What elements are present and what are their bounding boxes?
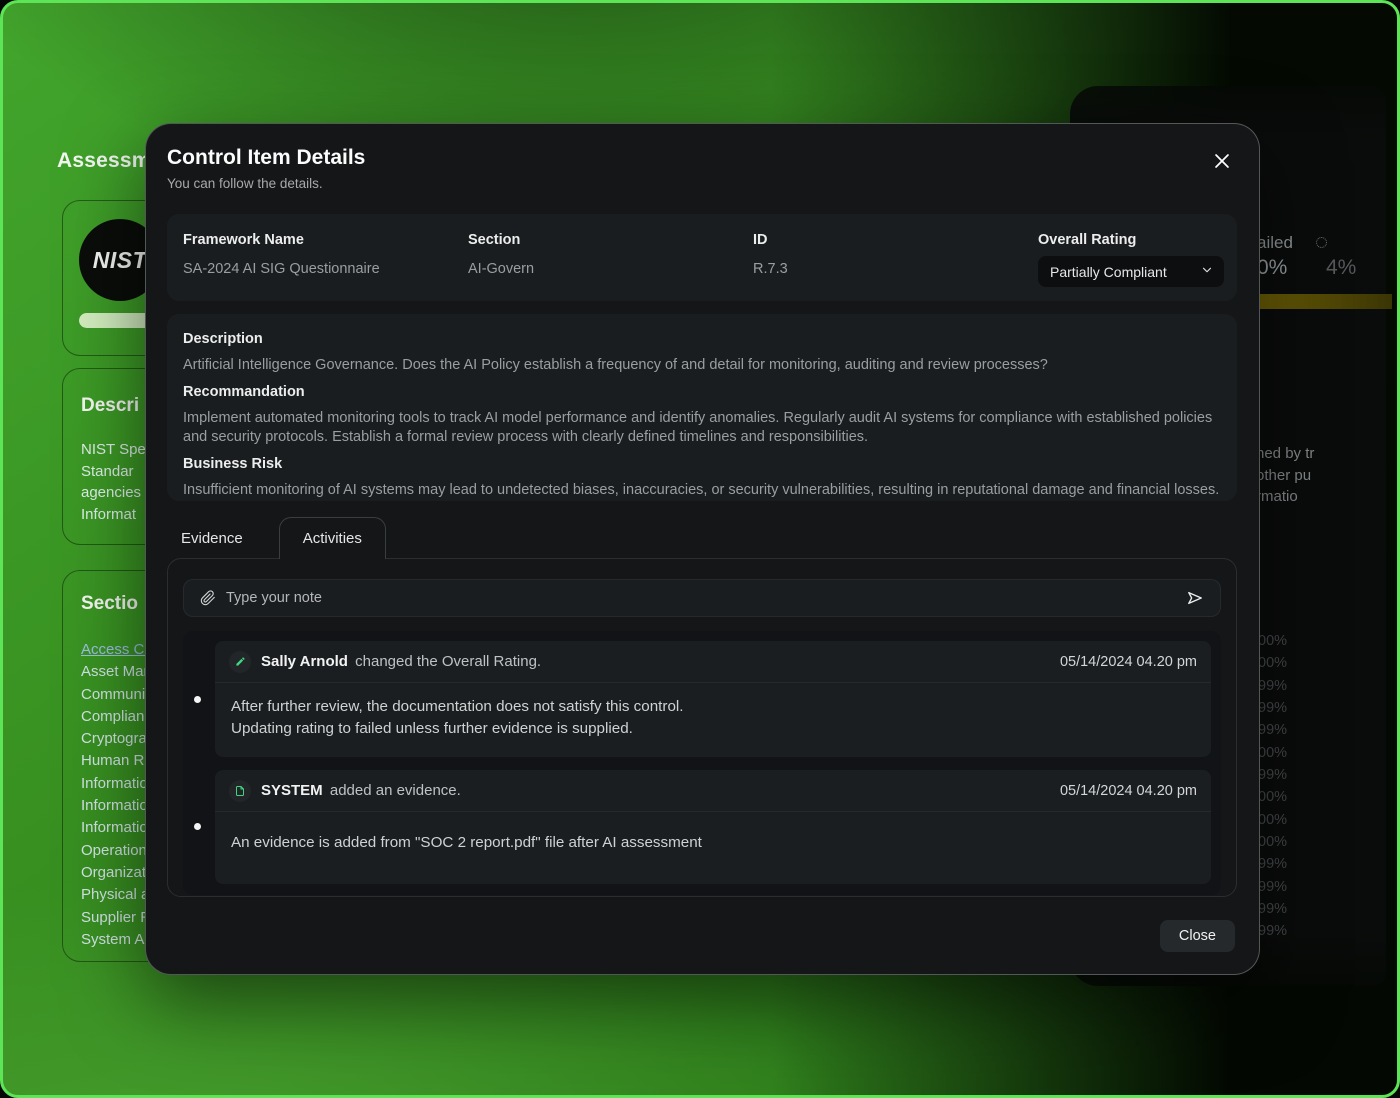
percentage-item: 00% bbox=[1258, 652, 1287, 674]
warning-progress-bar bbox=[1256, 294, 1392, 309]
rating-column: Overall Rating Partially Compliant bbox=[1038, 232, 1224, 301]
avatar-document-icon bbox=[229, 780, 251, 802]
description-label: Description bbox=[183, 331, 1221, 347]
legend-dot-icon bbox=[1316, 237, 1327, 248]
note-input-wrap bbox=[183, 579, 1221, 617]
activity-timestamp: 05/14/2024 04.20 pm bbox=[1060, 654, 1197, 670]
message-line: After further review, the documentation … bbox=[231, 696, 1195, 718]
percentage-item: 99% bbox=[1258, 853, 1287, 875]
tab-activities[interactable]: Activities bbox=[279, 517, 386, 559]
framework-name-label: Framework Name bbox=[183, 232, 468, 248]
modal-title: Control Item Details bbox=[167, 146, 365, 170]
activity-actor: Sally Arnold bbox=[261, 653, 348, 670]
percentage-item: 99% bbox=[1258, 876, 1287, 898]
recommendation-label: Recommandation bbox=[183, 384, 1221, 400]
percentage-item: 00% bbox=[1258, 831, 1287, 853]
tab-evidence[interactable]: Evidence bbox=[167, 517, 257, 559]
percentage-item: 00% bbox=[1258, 786, 1287, 808]
description-text: Artificial Intelligence Governance. Does… bbox=[183, 356, 1221, 375]
attachment-paperclip-icon[interactable] bbox=[198, 588, 218, 608]
section-column: Section AI-Govern bbox=[468, 232, 753, 301]
activity-message: After further review, the documentation … bbox=[215, 683, 1211, 757]
failed-stat-label: ailed bbox=[1257, 233, 1293, 253]
chevron-down-icon bbox=[1200, 263, 1214, 280]
activity-title: Sally Arnold changed the Overall Rating. bbox=[261, 653, 541, 670]
close-icon[interactable] bbox=[1209, 148, 1235, 174]
control-details-panel: Description Artificial Intelligence Gove… bbox=[167, 314, 1237, 501]
timeline-dot bbox=[194, 696, 201, 703]
percentage-item: 00% bbox=[1258, 630, 1287, 652]
activity-header: Sally Arnold changed the Overall Rating.… bbox=[215, 641, 1211, 683]
recommendation-text: Implement automated monitoring tools to … bbox=[183, 409, 1221, 447]
screen: Assessme NIST Descri NIST Spe Standar ag… bbox=[0, 0, 1400, 1098]
section-value: AI-Govern bbox=[468, 261, 753, 277]
business-risk-text: Insufficient monitoring of AI systems ma… bbox=[183, 481, 1221, 500]
text-fragment: rmatio bbox=[1256, 486, 1314, 508]
percentage-item: 99% bbox=[1258, 898, 1287, 920]
activities-panel: Sally Arnold changed the Overall Rating.… bbox=[167, 558, 1237, 897]
framework-name-value: SA-2024 AI SIG Questionnaire bbox=[183, 261, 468, 277]
overall-rating-value: Partially Compliant bbox=[1050, 264, 1167, 280]
text-fragment: other pu bbox=[1256, 465, 1314, 487]
activity-item: SYSTEM added an evidence. 05/14/2024 04.2… bbox=[183, 770, 1221, 884]
control-info-panel: Framework Name SA-2024 AI SIG Questionna… bbox=[167, 214, 1237, 301]
activity-timestamp: 05/14/2024 04.20 pm bbox=[1060, 783, 1197, 799]
framework-column: Framework Name SA-2024 AI SIG Questionna… bbox=[183, 232, 468, 301]
message-line: An evidence is added from "SOC 2 report.… bbox=[231, 832, 1195, 854]
secondary-stat-value: 4% bbox=[1326, 256, 1356, 280]
id-column: ID R.7.3 bbox=[753, 232, 1038, 301]
percentage-item: 99% bbox=[1258, 675, 1287, 697]
percentage-item: 99% bbox=[1258, 920, 1287, 942]
percentage-item: 99% bbox=[1258, 719, 1287, 741]
activity-message: An evidence is added from "SOC 2 report.… bbox=[215, 812, 1211, 884]
activity-header: SYSTEM added an evidence. 05/14/2024 04.2… bbox=[215, 770, 1211, 812]
activity-actor: SYSTEM bbox=[261, 782, 323, 799]
close-button[interactable]: Close bbox=[1160, 920, 1235, 952]
nist-logo-text: NIST bbox=[93, 247, 147, 274]
percentage-column: 00%00%99%99%99%00%99%00%00%00%99%99%99%9… bbox=[1258, 630, 1287, 943]
avatar-pencil-icon bbox=[229, 651, 251, 673]
id-label: ID bbox=[753, 232, 1038, 248]
business-risk-label: Business Risk bbox=[183, 456, 1221, 472]
id-value: R.7.3 bbox=[753, 261, 1038, 277]
background-text-fragments: ned by tr other pu rmatio bbox=[1256, 443, 1314, 508]
activity-card: SYSTEM added an evidence. 05/14/2024 04.2… bbox=[215, 770, 1211, 884]
activity-list: Sally Arnold changed the Overall Rating.… bbox=[183, 631, 1221, 895]
timeline-dot bbox=[194, 823, 201, 830]
activity-title: SYSTEM added an evidence. bbox=[261, 782, 461, 799]
send-icon[interactable] bbox=[1184, 587, 1206, 609]
overall-rating-label: Overall Rating bbox=[1038, 232, 1224, 248]
modal-subtitle: You can follow the details. bbox=[167, 176, 323, 191]
text-fragment: ned by tr bbox=[1256, 443, 1314, 465]
percentage-item: 99% bbox=[1258, 764, 1287, 786]
overall-rating-select[interactable]: Partially Compliant bbox=[1038, 256, 1224, 287]
note-input[interactable] bbox=[226, 590, 1184, 606]
control-item-details-modal: Control Item Details You can follow the … bbox=[145, 123, 1260, 975]
section-label: Section bbox=[468, 232, 753, 248]
percentage-item: 00% bbox=[1258, 809, 1287, 831]
percentage-item: 00% bbox=[1258, 742, 1287, 764]
activity-item: Sally Arnold changed the Overall Rating.… bbox=[183, 641, 1221, 757]
percentage-item: 99% bbox=[1258, 697, 1287, 719]
activity-card: Sally Arnold changed the Overall Rating.… bbox=[215, 641, 1211, 757]
tab-bar: Evidence Activities bbox=[167, 517, 386, 559]
failed-stat-value: 0% bbox=[1257, 256, 1287, 280]
message-line: Updating rating to failed unless further… bbox=[231, 718, 1195, 740]
